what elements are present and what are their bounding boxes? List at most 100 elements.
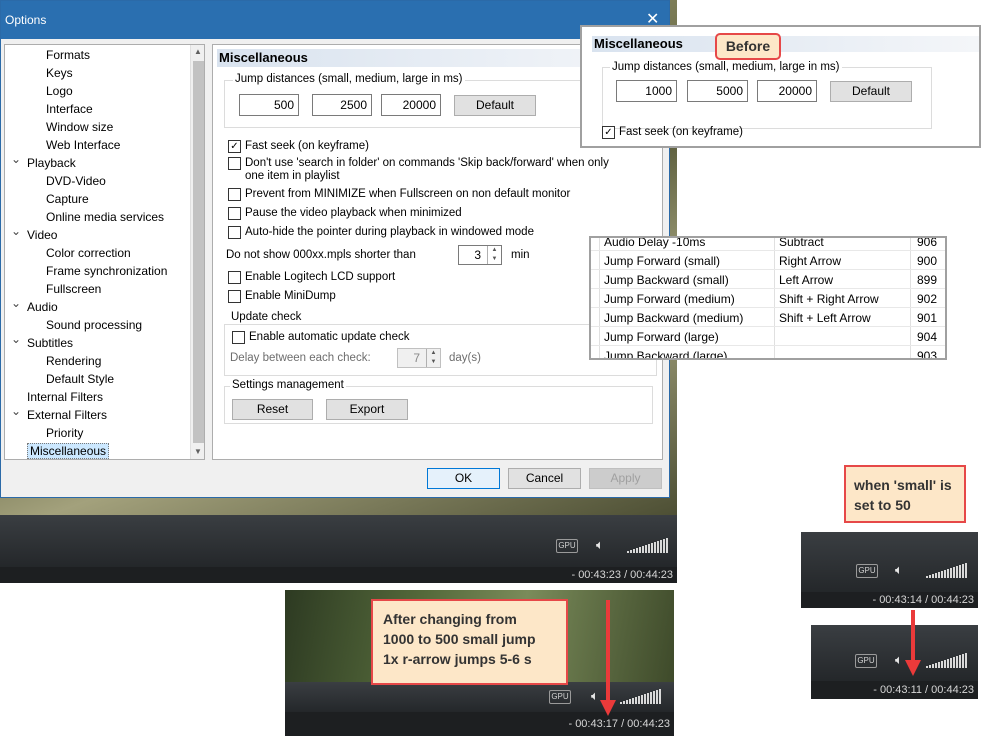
tree-item[interactable]: Capture: [46, 190, 89, 208]
tree-item[interactable]: Fullscreen: [46, 280, 101, 298]
options-tree[interactable]: ▲ ▼ Formats Keys Logo Interface Window size W…: [4, 44, 205, 460]
tree-item-label: Capture: [46, 192, 89, 206]
chevron-down-icon[interactable]: ⌄: [11, 224, 21, 238]
chevron-down-icon[interactable]: ⌄: [11, 404, 21, 418]
speaker-icon[interactable]: 🔈︎: [895, 562, 903, 578]
chevron-down-icon[interactable]: ⌄: [11, 332, 21, 346]
volume-bar: [620, 702, 622, 704]
tree-item[interactable]: Online media services: [46, 208, 164, 226]
jump-medium-input[interactable]: 2500: [312, 94, 372, 116]
options-dialog: Options ✕ ▲ ▼ Formats Keys Logo Interface Wi…: [0, 0, 670, 498]
checkbox-box[interactable]: [228, 188, 241, 201]
tree-item[interactable]: Default Style: [46, 370, 114, 388]
table-cell: Jump Forward (medium): [604, 292, 735, 306]
volume-bar: [642, 546, 644, 553]
scroll-thumb[interactable]: [193, 61, 204, 443]
mpls-value[interactable]: 3: [459, 246, 485, 264]
volume-bar: [926, 576, 928, 578]
tree-item[interactable]: Interface: [46, 100, 93, 118]
volume-bar: [944, 660, 946, 668]
volume-bar: [656, 690, 658, 704]
tree-item[interactable]: Subtitles: [27, 334, 73, 352]
tree-item-label: DVD-Video: [46, 174, 106, 188]
volume-bar: [663, 539, 665, 553]
volume-bar: [944, 570, 946, 578]
export-button[interactable]: Export: [326, 399, 408, 420]
speaker-icon[interactable]: 🔈︎: [596, 537, 604, 553]
checkbox-box[interactable]: [228, 207, 241, 220]
tree-item[interactable]: Formats: [46, 46, 90, 64]
volume-slider[interactable]: [620, 688, 664, 704]
volume-bar: [947, 659, 949, 668]
scroll-down-icon[interactable]: ▼: [194, 447, 202, 456]
table-row[interactable]: Jump Forward (small) Right Arrow 900: [591, 251, 945, 270]
tree-item[interactable]: Color correction: [46, 244, 131, 262]
speaker-icon[interactable]: 🔈︎: [591, 688, 599, 704]
volume-bar: [965, 563, 967, 578]
chevron-down-icon[interactable]: ⌄: [11, 152, 21, 166]
after-callout: After changing from 1000 to 500 small ju…: [371, 599, 568, 685]
dialog-titlebar[interactable]: Options ✕: [1, 1, 669, 39]
tree-item-label: Logo: [46, 84, 73, 98]
player-controls-small-2: GPU 🔈︎: [811, 625, 978, 681]
tree-item[interactable]: Miscellaneous: [27, 442, 110, 459]
jump-large-input[interactable]: 20000: [381, 94, 441, 116]
mpls-spinner[interactable]: 3 ▲ ▼: [458, 245, 502, 265]
tree-item[interactable]: Rendering: [46, 352, 101, 370]
volume-slider[interactable]: [926, 652, 970, 668]
tree-item[interactable]: Playback: [27, 154, 76, 172]
tree-item[interactable]: Frame synchronization: [46, 262, 167, 280]
table-row[interactable]: Audio Delay -10ms Subtract 906: [591, 238, 945, 251]
tree-item[interactable]: DVD-Video: [46, 172, 106, 190]
checkbox-box[interactable]: [228, 157, 241, 170]
option-label: Don't use 'search in folder' on commands…: [245, 157, 609, 169]
volume-bar: [645, 545, 647, 553]
tree-item[interactable]: Priority: [46, 424, 83, 442]
tree-item[interactable]: Sound processing: [46, 316, 142, 334]
checkbox-box[interactable]: [232, 331, 245, 344]
spin-updown-icon[interactable]: ▲ ▼: [487, 246, 501, 264]
checkbox-box[interactable]: [228, 271, 241, 284]
tree-item[interactable]: Video: [27, 226, 57, 244]
tree-item[interactable]: Keys: [46, 64, 73, 82]
table-row[interactable]: Jump Forward (large) 904: [591, 327, 945, 346]
volume-bar: [962, 654, 964, 668]
table-row[interactable]: Jump Backward (large) 903: [591, 346, 945, 358]
jump-small-input[interactable]: 500: [239, 94, 299, 116]
checkbox-box[interactable]: ✓: [228, 140, 241, 153]
volume-slider[interactable]: [926, 562, 970, 578]
mpls-label: Do not show 000xx.mpls shorter than: [226, 249, 416, 261]
speaker-icon[interactable]: 🔈︎: [895, 652, 903, 668]
ok-button[interactable]: OK: [427, 468, 500, 489]
volume-bar: [639, 547, 641, 553]
checkbox-box[interactable]: [228, 226, 241, 239]
settings-management-label: Settings management: [230, 379, 346, 391]
table-row[interactable]: Jump Forward (medium) Shift + Right Arrow…: [591, 289, 945, 308]
volume-bar: [932, 664, 934, 668]
checkbox-box[interactable]: [228, 290, 241, 303]
table-cell: Jump Forward (small): [604, 254, 721, 268]
table-cell: Shift + Right Arrow: [779, 292, 879, 306]
tree-item[interactable]: Internal Filters: [27, 388, 103, 406]
tree-scrollbar[interactable]: ▲ ▼: [190, 45, 204, 459]
volume-bar: [965, 653, 967, 668]
tree-item[interactable]: Logo: [46, 82, 73, 100]
table-row[interactable]: Jump Backward (medium) Shift + Left Arrow…: [591, 308, 945, 327]
tree-item[interactable]: External Filters: [27, 406, 107, 424]
default-button[interactable]: Default: [454, 95, 536, 116]
tree-item-label: Audio: [27, 300, 58, 314]
scroll-up-icon[interactable]: ▲: [194, 47, 202, 56]
update-delay-label: Delay between each check:: [230, 352, 371, 364]
volume-bar: [626, 700, 628, 704]
volume-slider[interactable]: [627, 537, 671, 553]
cancel-button[interactable]: Cancel: [508, 468, 581, 489]
tree-item-label: Fullscreen: [46, 282, 102, 296]
table-row[interactable]: Jump Backward (small) Left Arrow 899: [591, 270, 945, 289]
volume-bar: [941, 661, 943, 668]
chevron-down-icon[interactable]: ⌄: [11, 296, 21, 310]
table-cell: Right Arrow: [779, 254, 842, 268]
tree-item[interactable]: Web Interface: [46, 136, 120, 154]
tree-item[interactable]: Audio: [27, 298, 58, 316]
reset-button[interactable]: Reset: [232, 399, 313, 420]
tree-item[interactable]: Window size: [46, 118, 113, 136]
